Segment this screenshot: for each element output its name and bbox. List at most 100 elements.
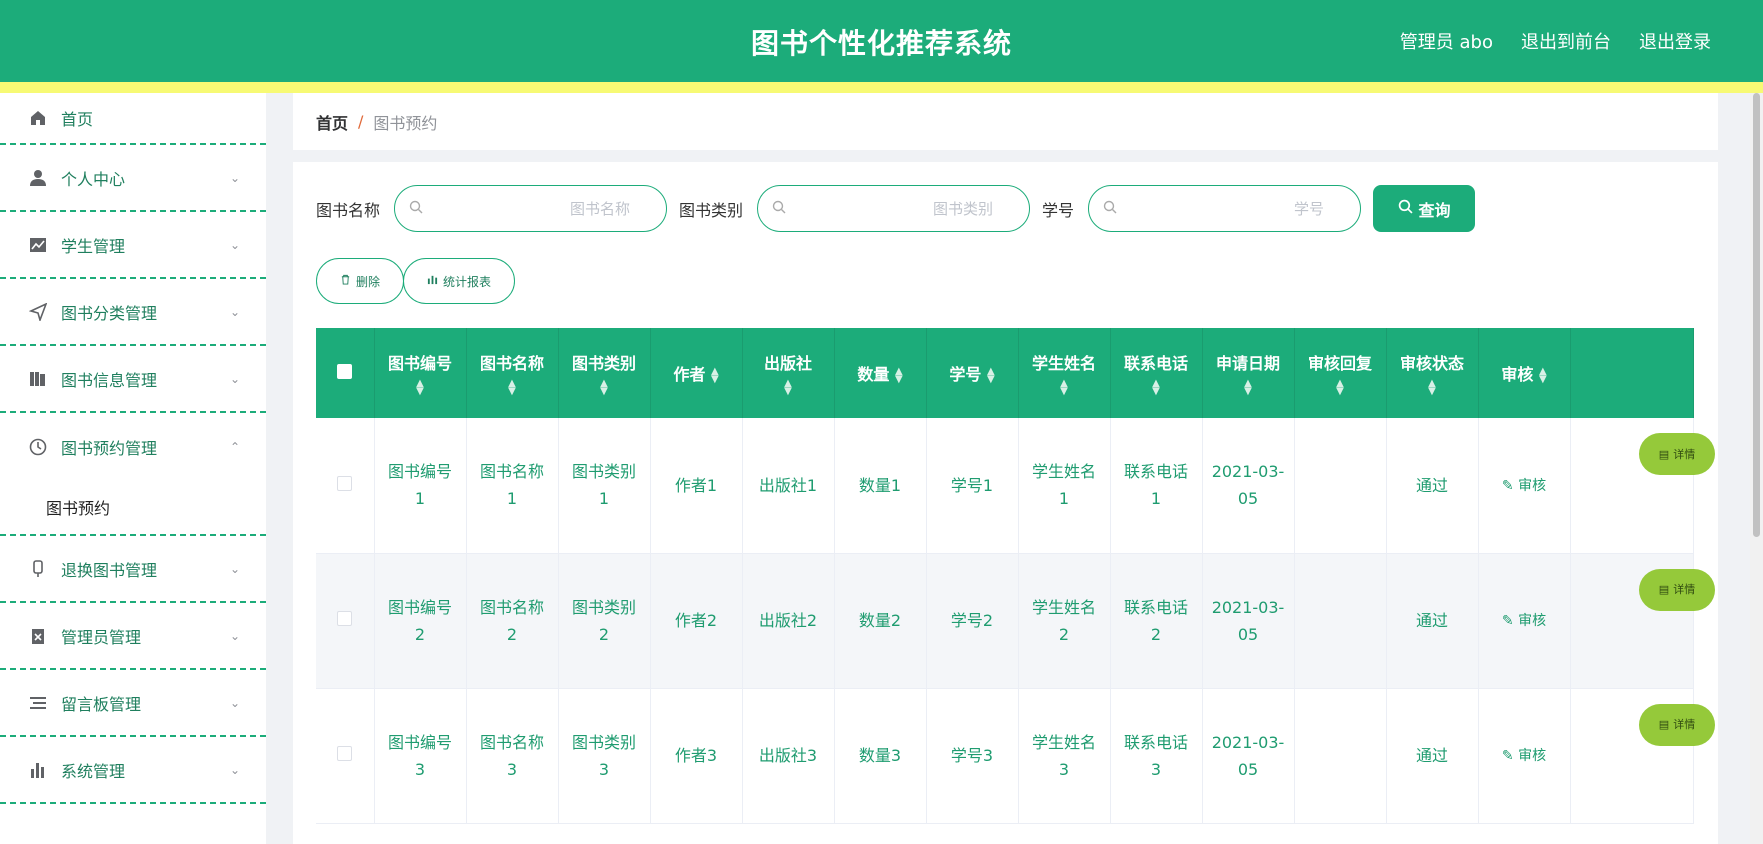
sort-icon[interactable]: ▲ ▼ [375, 379, 466, 397]
book-type-input[interactable] [786, 199, 1016, 218]
sort-icon[interactable]: ▲ ▼ [467, 379, 558, 397]
header-label: 联系电话 [1123, 354, 1188, 373]
col-book-no[interactable]: 图书编号 ▲ ▼ [374, 328, 467, 418]
document-icon: ▤ [1658, 718, 1670, 731]
delete-button[interactable]: 删除 [316, 258, 404, 304]
sidebar-item-message-board[interactable]: 留言板管理 ⌄ [0, 670, 266, 737]
header-label: 审核状态 [1399, 354, 1464, 373]
row-select-cell [316, 688, 375, 824]
review-cell: ✎ 审核 [1478, 553, 1571, 689]
sidebar: 首页 个人中心 ⌄ 学生管理 ⌄ 图书分类管理 ⌄ 图书信息管理 ⌄ 图书预约管… [0, 93, 266, 844]
bar-icon [27, 759, 49, 781]
sort-icon[interactable]: ▲ ▼ [711, 366, 719, 384]
chevron-down-icon: ⌄ [229, 628, 240, 643]
table-header-row: 图书编号 ▲ ▼ 图书名称 ▲ ▼ 图书类别 ▲ ▼ 作者 ▲ ▼ 出版社 ▲ ▼ 数量 ▲ ▼ 学… [316, 328, 1694, 418]
sidebar-item-label: 管理员管理 [61, 627, 142, 647]
scrollbar-thumb[interactable] [1753, 93, 1760, 537]
review-link[interactable]: ✎ 审核 [1502, 748, 1546, 764]
header-label: 图书编号 [387, 354, 452, 373]
col-book-type[interactable]: 图书类别 ▲ ▼ [558, 328, 651, 418]
action-buttons: 删除 统计报表 [316, 258, 515, 304]
sidebar-item-personal-center[interactable]: 个人中心 ⌄ [0, 145, 266, 212]
col-phone[interactable]: 联系电话 ▲ ▼ [1110, 328, 1203, 418]
sort-icon[interactable]: ▲ ▼ [1019, 379, 1110, 397]
sort-icon[interactable]: ▲ ▼ [1387, 379, 1478, 397]
student-no-input[interactable] [1117, 199, 1347, 218]
book-name-input[interactable] [423, 199, 653, 218]
exit-to-frontend-link[interactable]: 退出到前台 [1521, 28, 1611, 54]
col-student-no[interactable]: 学号 ▲ ▼ [926, 328, 1019, 418]
col-student-name[interactable]: 学生姓名 ▲ ▼ [1018, 328, 1111, 418]
table-row[interactable]: 图书编号 1 图书名称 1 图书类别 1 作者1 出版社1 数量1 学号1 学生姓名 1 联系电… [316, 418, 1715, 554]
table-row[interactable]: 图书编号 2 图书名称 2 图书类别 2 作者2 出版社2 数量2 学号2 学生姓名 2 联系电… [316, 553, 1715, 689]
row-select-cell [316, 553, 375, 689]
sidebar-item-students[interactable]: 学生管理 ⌄ [0, 212, 266, 279]
row-select-cell [316, 418, 375, 554]
sort-icon[interactable]: ▲ ▼ [743, 379, 834, 397]
col-review[interactable]: 审核 ▲ ▼ [1478, 328, 1571, 418]
row-checkbox[interactable] [337, 611, 353, 626]
table-cell: 联系电话 3 [1110, 688, 1203, 824]
col-review-reply[interactable]: 审核回复 ▲ ▼ [1294, 328, 1387, 418]
table-cell: 作者3 [650, 688, 743, 824]
review-link-label: 审核 [1518, 613, 1547, 629]
select-all-checkbox[interactable] [337, 363, 353, 379]
table-cell: 学生姓名 3 [1018, 688, 1111, 824]
sidebar-item-admins[interactable]: 管理员管理 ⌄ [0, 603, 266, 670]
col-review-status[interactable]: 审核状态 ▲ ▼ [1386, 328, 1479, 418]
col-publisher[interactable]: 出版社 ▲ ▼ [742, 328, 835, 418]
search-icon [1103, 200, 1117, 218]
top-header: 图书个性化推荐系统 管理员 abo 退出到前台 退出登录 [0, 0, 1763, 82]
table-cell: 学号1 [926, 418, 1019, 554]
report-button[interactable]: 统计报表 [403, 258, 515, 304]
query-button[interactable]: 查询 [1373, 185, 1476, 232]
user-icon [27, 167, 49, 189]
sort-icon[interactable]: ▲ ▼ [895, 366, 903, 384]
search-icon [1398, 199, 1413, 218]
col-apply-date[interactable]: 申请日期 ▲ ▼ [1202, 328, 1295, 418]
col-book-name[interactable]: 图书名称 ▲ ▼ [466, 328, 559, 418]
breadcrumb-home[interactable]: 首页 [316, 110, 348, 134]
row-checkbox[interactable] [337, 746, 353, 761]
sort-icon[interactable]: ▲ ▼ [559, 379, 650, 397]
bar-chart-icon [427, 274, 438, 288]
sort-icon[interactable]: ▲ ▼ [1539, 366, 1547, 384]
sidebar-item-home[interactable]: 首页 [0, 93, 266, 145]
scrollbar[interactable] [1750, 93, 1763, 844]
sort-icon[interactable]: ▲ ▼ [987, 366, 995, 384]
review-link[interactable]: ✎ 审核 [1502, 478, 1546, 494]
col-quantity[interactable]: 数量 ▲ ▼ [834, 328, 927, 418]
sidebar-item-system[interactable]: 系统管理 ⌄ [0, 737, 266, 804]
col-author[interactable]: 作者 ▲ ▼ [650, 328, 743, 418]
review-link[interactable]: ✎ 审核 [1502, 613, 1546, 629]
search-icon [409, 200, 423, 218]
table-row[interactable]: 图书编号 3 图书名称 3 图书类别 3 作者3 出版社3 数量3 学号3 学生姓名 3 联系电… [316, 688, 1715, 824]
row-checkbox[interactable] [337, 475, 353, 491]
detail-button[interactable]: ▤ 详情 [1639, 568, 1715, 611]
sidebar-subitem-book-reservation[interactable]: 图书预约 [0, 480, 266, 536]
table-body: 图书编号 1 图书名称 1 图书类别 1 作者1 出版社1 数量1 学号1 学生姓名 1 联系电… [316, 418, 1715, 824]
logout-link[interactable]: 退出登录 [1639, 28, 1711, 54]
detail-cell: ▤ 详情 [1570, 688, 1715, 824]
sidebar-item-book-info[interactable]: 图书信息管理 ⌄ [0, 346, 266, 413]
sort-icon[interactable]: ▲ ▼ [1295, 379, 1386, 397]
chevron-down-icon: ⌄ [229, 304, 240, 319]
breadcrumb-separator: / [358, 112, 364, 131]
header-label: 出版社 [763, 354, 812, 373]
detail-button[interactable]: ▤ 详情 [1639, 703, 1715, 746]
sidebar-item-label: 系统管理 [61, 761, 126, 781]
table-cell: 图书类别 1 [558, 418, 651, 554]
sort-icon[interactable]: ▲ ▼ [1203, 379, 1294, 397]
header-links: 管理员 abo 退出到前台 退出登录 [1400, 28, 1711, 54]
table-cell: 出版社1 [742, 418, 835, 554]
sidebar-item-reservation[interactable]: 图书预约管理 ⌃ [0, 413, 266, 480]
header-label: 审核回复 [1307, 354, 1372, 373]
sidebar-item-book-category[interactable]: 图书分类管理 ⌄ [0, 279, 266, 346]
book-type-label: 图书类别 [679, 200, 744, 220]
table-cell: 2021-03- 05 [1202, 553, 1295, 689]
detail-button[interactable]: ▤ 详情 [1639, 433, 1715, 475]
sidebar-item-return-exchange[interactable]: 退换图书管理 ⌄ [0, 536, 266, 603]
admin-user-link[interactable]: 管理员 abo [1400, 28, 1493, 54]
sort-icon[interactable]: ▲ ▼ [1111, 379, 1202, 397]
chevron-down-icon: ⌄ [229, 237, 240, 252]
